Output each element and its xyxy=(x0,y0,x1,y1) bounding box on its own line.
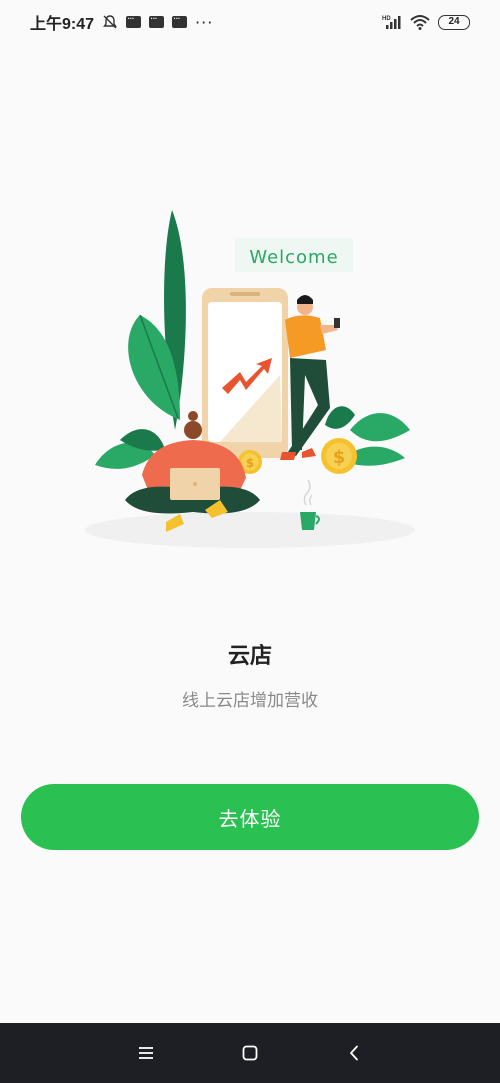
home-square-icon[interactable] xyxy=(239,1042,261,1064)
battery-icon: 24 xyxy=(438,14,470,30)
status-time: 上午9:47 xyxy=(30,16,95,33)
signal-icon: HD xyxy=(382,14,402,30)
page-subtitle: 线上云店增加营收 xyxy=(182,691,318,711)
welcome-text: Welcome xyxy=(249,247,338,268)
page-title: 云店 xyxy=(227,644,272,669)
wifi-icon xyxy=(410,14,430,30)
message-icon xyxy=(149,16,165,28)
status-right: HD 24 xyxy=(382,14,470,30)
welcome-illustration: Welcome $ $ xyxy=(80,200,420,560)
muted-bell-icon xyxy=(102,14,118,30)
coin-symbol-small: $ xyxy=(246,456,254,470)
menu-icon[interactable] xyxy=(135,1042,157,1064)
network-label: HD xyxy=(382,16,391,22)
message-icon xyxy=(126,16,142,28)
message-icon xyxy=(172,16,188,28)
coin-symbol-large: $ xyxy=(333,447,346,468)
back-chevron-icon[interactable] xyxy=(343,1042,365,1064)
try-it-button[interactable]: 去体验 xyxy=(21,784,479,850)
system-nav-bar xyxy=(0,1023,500,1083)
more-dots-icon: ··· xyxy=(195,12,214,32)
status-left: 上午9:47 ··· xyxy=(30,10,213,34)
status-bar: 上午9:47 ··· HD xyxy=(0,0,500,44)
